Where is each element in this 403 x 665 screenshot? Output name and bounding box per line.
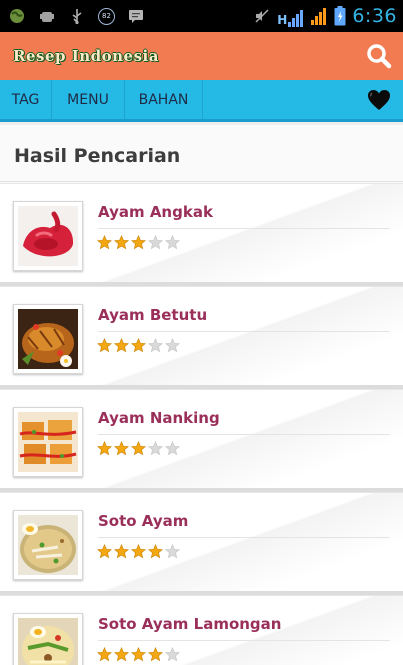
recipe-item[interactable]: Ayam Angkak — [0, 183, 403, 286]
rating-stars — [97, 441, 180, 457]
tab-menu[interactable]: MENU — [52, 80, 125, 119]
android-debug-icon — [40, 12, 54, 22]
recipe-item[interactable]: Soto Ayam Lamongan — [0, 595, 403, 665]
signal-bars-icon — [311, 8, 327, 25]
battery-icon — [334, 6, 346, 26]
recipe-title: Ayam Angkak — [98, 203, 213, 221]
soto-ayam-lamongan-photo — [18, 618, 78, 665]
recipe-title: Ayam Nanking — [98, 409, 220, 427]
tab-bahan[interactable]: BAHAN — [125, 80, 203, 119]
recipe-thumbnail — [13, 613, 83, 665]
item-divider — [98, 537, 390, 538]
star-filled-icon — [131, 235, 146, 250]
recipe-item[interactable]: Soto Ayam — [0, 492, 403, 595]
star-filled-icon — [97, 544, 112, 559]
status-time: 6:36 — [352, 5, 397, 27]
star-empty-icon — [165, 338, 180, 353]
star-empty-icon — [148, 235, 163, 250]
star-filled-icon — [97, 647, 112, 662]
star-filled-icon — [97, 338, 112, 353]
star-empty-icon — [165, 441, 180, 456]
tab-bar: TAG MENU BAHAN — [0, 80, 403, 122]
star-empty-icon — [165, 544, 180, 559]
star-filled-icon — [131, 441, 146, 456]
status-system: H 6:36 — [253, 3, 397, 29]
network-type: H — [277, 13, 288, 27]
recipe-thumbnail — [13, 407, 83, 477]
item-divider — [98, 640, 390, 641]
soto-ayam-photo — [18, 515, 78, 575]
rating-stars — [97, 235, 180, 251]
usb-icon — [72, 9, 82, 25]
recipe-list: Ayam Angkak Ayam Betutu Ayam Nanking Sot… — [0, 183, 403, 665]
status-bar: 82 H 6:36 — [0, 0, 403, 32]
star-filled-icon — [114, 441, 129, 456]
message-icon — [129, 10, 143, 23]
notification-count-icon: 82 — [98, 7, 115, 25]
star-filled-icon — [97, 441, 112, 456]
item-divider — [98, 331, 390, 332]
star-empty-icon — [148, 338, 163, 353]
recipe-title: Ayam Betutu — [98, 306, 208, 324]
star-filled-icon — [131, 544, 146, 559]
ayam-betutu-photo — [18, 309, 78, 369]
recipe-item[interactable]: Ayam Betutu — [0, 286, 403, 389]
ayam-nanking-photo — [18, 412, 78, 472]
signal-icon — [288, 10, 304, 27]
item-divider — [98, 228, 390, 229]
section-title: Hasil Pencarian — [14, 145, 181, 167]
ayam-angkak-photo — [18, 206, 78, 266]
star-filled-icon — [114, 544, 129, 559]
recipe-item[interactable]: Ayam Nanking — [0, 389, 403, 492]
network-signal: H — [277, 5, 304, 27]
rating-stars — [97, 647, 180, 663]
app-title: Resep Indonesia — [13, 47, 159, 65]
favorites-button[interactable] — [367, 89, 391, 111]
star-filled-icon — [148, 647, 163, 662]
star-empty-icon — [148, 441, 163, 456]
rating-stars — [97, 544, 180, 560]
star-filled-icon — [97, 235, 112, 250]
globe-icon — [10, 9, 24, 23]
recipe-thumbnail — [13, 510, 83, 580]
app-bar: Resep Indonesia — [0, 32, 403, 80]
notification-count: 82 — [102, 12, 111, 20]
star-filled-icon — [148, 544, 163, 559]
star-empty-icon — [165, 647, 180, 662]
search-results: Hasil Pencarian Ayam Angkak Ayam Betutu … — [0, 125, 403, 665]
star-filled-icon — [114, 235, 129, 250]
recipe-thumbnail — [13, 304, 83, 374]
recipe-title: Soto Ayam — [98, 512, 189, 530]
status-notifications: 82 — [8, 5, 145, 27]
heart-icon — [368, 90, 390, 110]
tab-tag[interactable]: TAG — [0, 80, 52, 119]
search-button[interactable] — [365, 42, 393, 70]
star-filled-icon — [114, 338, 129, 353]
star-empty-icon — [165, 235, 180, 250]
section-divider — [0, 181, 403, 182]
star-filled-icon — [131, 338, 146, 353]
star-filled-icon — [131, 647, 146, 662]
recipe-title: Soto Ayam Lamongan — [98, 615, 282, 633]
mute-icon — [255, 9, 269, 23]
recipe-thumbnail — [13, 201, 83, 271]
search-icon — [367, 44, 392, 69]
item-divider — [98, 434, 390, 435]
rating-stars — [97, 338, 180, 354]
star-filled-icon — [114, 647, 129, 662]
